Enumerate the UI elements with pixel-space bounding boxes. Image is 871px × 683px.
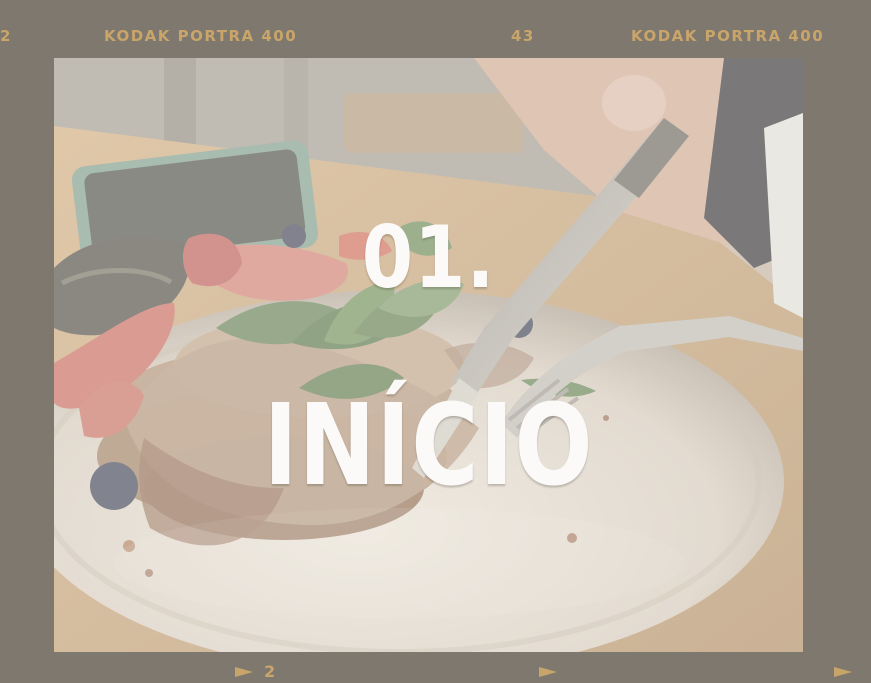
- film-frame-number-center: 43: [511, 27, 535, 45]
- photo-light-overlay: [54, 58, 803, 652]
- section-number: 01.: [361, 208, 496, 308]
- film-frame: 2 KODAK PORTRA 400 43 KODAK PORTRA 400 0…: [0, 0, 871, 683]
- film-advance-arrow-right: [834, 667, 852, 677]
- film-frame-number-left: 2: [0, 27, 12, 45]
- section-title: INÍCIO: [263, 381, 594, 511]
- film-brand-label-left: KODAK PORTRA 400: [104, 27, 298, 45]
- film-brand-label-right: KODAK PORTRA 400: [631, 27, 825, 45]
- film-frame-number-bottom: 2: [264, 662, 277, 681]
- film-advance-arrow-left: [235, 667, 253, 677]
- film-advance-arrow-center: [539, 667, 557, 677]
- food-photo: 01. INÍCIO: [54, 58, 803, 652]
